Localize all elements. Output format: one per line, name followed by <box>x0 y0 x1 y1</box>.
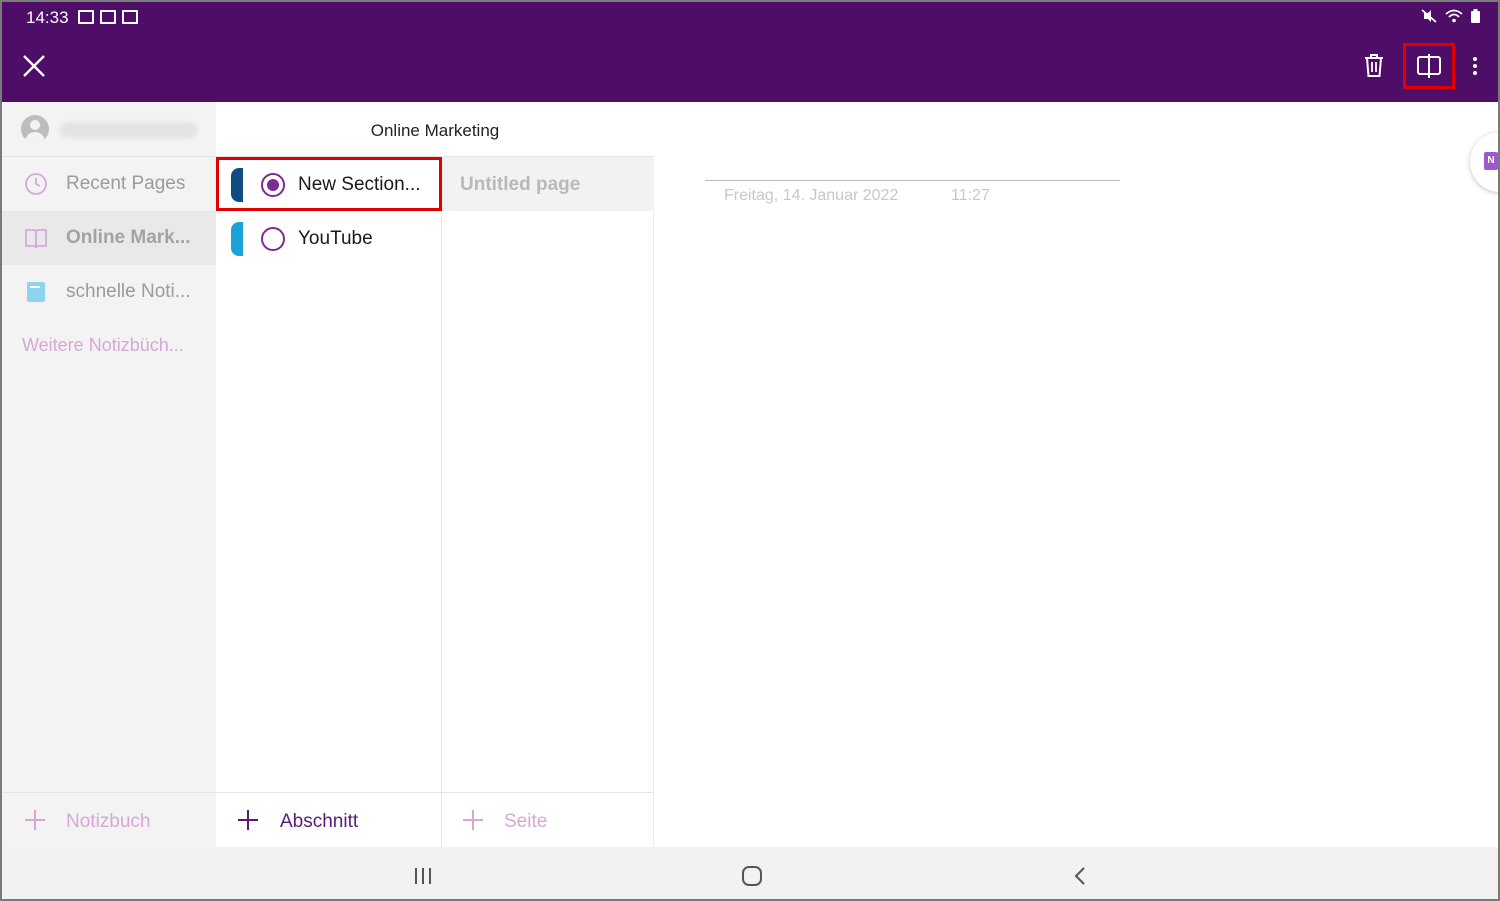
section-label: YouTube <box>298 228 373 249</box>
clock-icon <box>25 173 47 195</box>
more-vertical-icon <box>1473 57 1477 75</box>
page-label: Untitled page <box>460 174 581 195</box>
onenote-logo-icon: N <box>1484 152 1498 170</box>
section-label: New Section... <box>298 174 421 195</box>
notebook-sidebar: Recent Pages Online Mark... schnelle Not… <box>2 102 216 847</box>
section-radio-selected[interactable] <box>261 173 285 197</box>
page-date: Freitag, 14. Januar 2022 <box>724 187 899 204</box>
plus-icon <box>238 810 258 830</box>
app-window: 14:33 Recent Pages Online Mark... schnel… <box>0 0 1500 901</box>
plus-icon <box>25 810 45 830</box>
account-row[interactable] <box>2 102 216 157</box>
section-color-tab <box>231 222 243 256</box>
more-notebooks-link[interactable]: Weitere Notizbüch... <box>22 335 184 356</box>
sidebar-item-label: Online Mark... <box>66 227 191 248</box>
onenote-notification-icon <box>122 10 138 24</box>
add-section-button[interactable]: Abschnitt <box>216 792 442 847</box>
plus-icon <box>463 810 483 830</box>
add-page-label: Seite <box>504 811 548 832</box>
section-item-new-section[interactable]: New Section... <box>216 157 442 211</box>
page-list-panel: Untitled page Seite <box>442 102 654 847</box>
notebook-icon <box>25 229 47 249</box>
split-view-icon <box>1417 54 1441 78</box>
section-item-youtube[interactable]: YouTube <box>216 211 442 265</box>
status-system-icons <box>1421 9 1480 23</box>
back-button[interactable] <box>1070 864 1090 888</box>
status-notification-icons <box>78 10 138 24</box>
notebook-title: Online Marketing <box>370 121 500 140</box>
add-notebook-button[interactable]: Notizbuch <box>2 792 216 847</box>
gallery-notification-icon <box>78 10 94 24</box>
notebook-icon <box>27 282 45 302</box>
section-color-tab <box>231 168 243 202</box>
add-page-button[interactable]: Seite <box>442 792 654 847</box>
home-icon <box>742 866 762 886</box>
status-time: 14:33 <box>26 8 69 27</box>
page-time: 11:27 <box>951 187 990 204</box>
page-title-underline <box>705 180 1120 181</box>
sidebar-item-recent-pages[interactable]: Recent Pages <box>2 157 216 211</box>
split-view-button[interactable] <box>1403 43 1455 89</box>
battery-icon <box>1471 9 1480 23</box>
top-app-bar: 14:33 <box>2 2 1498 102</box>
system-navigation-bar <box>2 847 1498 899</box>
close-button[interactable] <box>18 50 50 82</box>
sidebar-item-schnelle-notizen[interactable]: schnelle Noti... <box>2 265 216 319</box>
section-list-panel: New Section... YouTube Abschnitt <box>216 102 442 847</box>
more-options-button[interactable] <box>1464 50 1486 82</box>
notebook-header: Online Marketing <box>216 102 654 157</box>
calendar-notification-icon <box>100 10 116 24</box>
add-notebook-label: Notizbuch <box>66 811 151 832</box>
sidebar-item-label: schnelle Noti... <box>66 281 191 302</box>
recents-icon <box>415 868 431 884</box>
add-section-label: Abschnitt <box>280 811 359 832</box>
section-radio[interactable] <box>261 227 285 251</box>
close-icon <box>23 55 45 77</box>
account-email-redacted <box>60 122 198 138</box>
page-item-untitled[interactable]: Untitled page <box>442 157 654 211</box>
delete-button[interactable] <box>1358 50 1390 82</box>
back-icon <box>1074 867 1085 885</box>
wifi-icon <box>1445 9 1463 23</box>
sidebar-item-label: Recent Pages <box>66 173 186 194</box>
trash-icon <box>1365 54 1383 77</box>
mute-icon <box>1421 9 1437 23</box>
home-button[interactable] <box>740 864 764 888</box>
recents-button[interactable] <box>410 865 436 887</box>
page-canvas[interactable]: Freitag, 14. Januar 2022 11:27 N <box>654 102 1498 847</box>
sidebar-item-online-marketing[interactable]: Online Mark... <box>2 211 216 265</box>
onenote-floating-badge[interactable]: N <box>1470 132 1498 192</box>
avatar <box>21 115 49 143</box>
